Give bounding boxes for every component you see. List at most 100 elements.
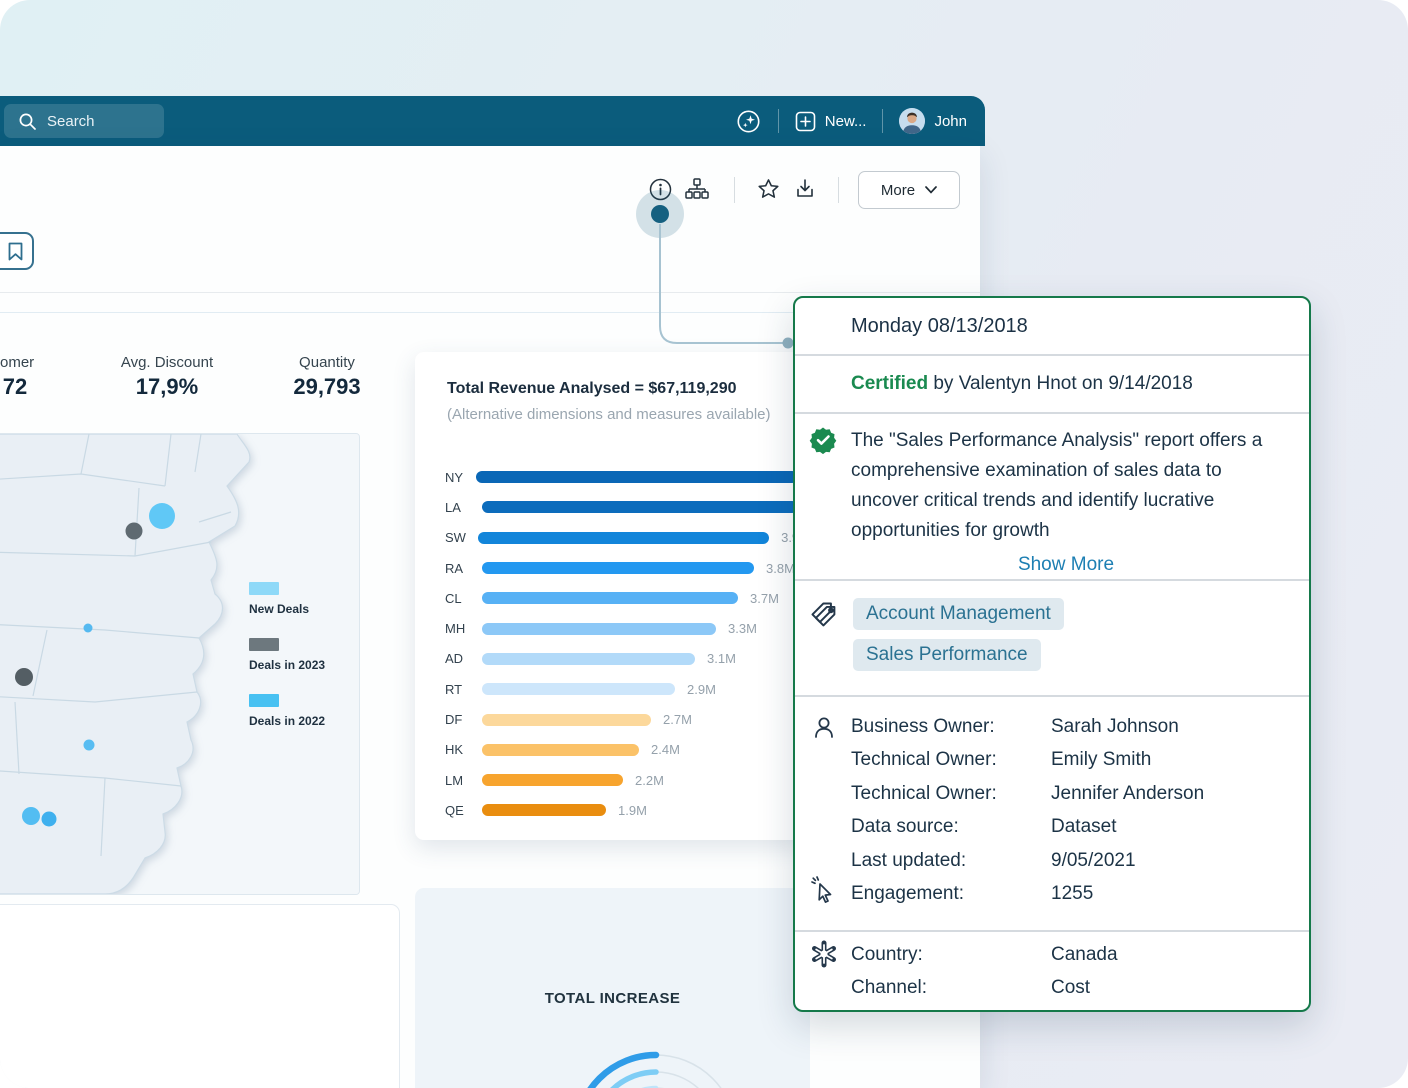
details-section: Business Owner: Sarah Johnson Technical … <box>795 696 1309 930</box>
bar-row[interactable]: RT 2.9M <box>415 674 810 704</box>
metadata-value: 9/05/2021 <box>1051 850 1136 872</box>
metadata-label: Technical Owner: <box>851 783 1051 805</box>
search-icon <box>18 112 37 131</box>
person-icon <box>809 713 839 743</box>
bar-category-label: SW <box>445 530 478 545</box>
bar-value-label: 3.3M <box>728 621 757 636</box>
property-rows: Country: Canada Channel: Cost <box>851 938 1118 1005</box>
metadata-row: Business Owner: Sarah Johnson <box>851 710 1204 744</box>
metadata-label: Engagement: <box>851 883 1051 905</box>
bar-row[interactable]: SW 3.9M <box>415 523 810 553</box>
kpi-label: Avg. Discount <box>121 354 213 371</box>
topbar-right-cluster: New... John <box>736 96 967 146</box>
legend-swatch <box>249 638 279 651</box>
info-icon[interactable] <box>647 176 673 202</box>
area-chart-card[interactable] <box>0 904 400 1088</box>
toolbar-separator <box>838 177 839 203</box>
custom-properties-asterisk-icon <box>809 939 839 969</box>
certified-label: Certified <box>851 373 928 394</box>
metadata-value: Jennifer Anderson <box>1051 783 1204 805</box>
kpi-value: 17,9% <box>121 374 213 400</box>
metadata-label: Channel: <box>851 977 1051 999</box>
legend-swatch <box>249 582 279 595</box>
bookmark-icon <box>8 242 23 261</box>
metadata-row: Technical Owner: Emily Smith <box>851 744 1204 778</box>
bar-row[interactable]: MH 3.3M <box>415 613 810 643</box>
download-icon[interactable] <box>792 176 818 202</box>
topbar-separator <box>882 109 883 133</box>
bar <box>482 804 606 816</box>
bar-row[interactable]: AD 3.1M <box>415 644 810 674</box>
bar-row[interactable]: DF 2.7M <box>415 704 810 734</box>
new-button[interactable]: New... <box>795 111 867 132</box>
kpi-value: 72 <box>0 374 34 400</box>
kpi[interactable]: Quantity 29,793 <box>293 354 360 400</box>
bookmark-button[interactable] <box>0 232 34 270</box>
metadata-label: Data source: <box>851 816 1051 838</box>
top-navigation-bar: Search New... John <box>0 96 985 146</box>
legend-item: New Deals <box>249 582 325 616</box>
more-button-label: More <box>881 182 915 199</box>
kpi[interactable]: Avg. Discount 17,9% <box>121 354 213 400</box>
tags-icon <box>809 600 839 630</box>
show-more-link[interactable]: Show More <box>851 550 1281 580</box>
bar-category-label: LM <box>445 773 482 788</box>
bar <box>482 562 754 574</box>
chart-subtitle: (Alternative dimensions and measures ava… <box>447 406 771 423</box>
deals-map-card[interactable]: New Deals Deals in 2023 Deals in 2022 <box>0 433 360 895</box>
more-button[interactable]: More <box>858 171 960 209</box>
bar-value-label: 1.9M <box>618 803 647 818</box>
favorite-star-icon[interactable] <box>755 176 781 202</box>
bar-category-label: HK <box>445 742 482 757</box>
bar-row[interactable]: NY <box>415 462 810 492</box>
metadata-row: Technical Owner: Jennifer Anderson <box>851 777 1204 811</box>
bar-row[interactable]: RA 3.8M <box>415 553 810 583</box>
bar-category-label: DF <box>445 712 482 727</box>
bar-row[interactable]: LA <box>415 492 810 522</box>
tag-chip[interactable]: Sales Performance <box>853 639 1041 671</box>
user-name: John <box>934 113 967 130</box>
chart-title: Total Revenue Analysed = $67,119,290 <box>447 380 737 398</box>
legend-label: Deals in 2023 <box>249 658 325 672</box>
tags-section: Account Management Sales Performance <box>795 580 1309 696</box>
bar <box>482 774 623 786</box>
plus-square-icon <box>795 111 816 132</box>
new-button-label: New... <box>825 113 867 130</box>
bar-row[interactable]: CL 3.7M <box>415 583 810 613</box>
metadata-label: Country: <box>851 944 1051 966</box>
certified-text: by Valentyn Hnot on 9/14/2018 <box>933 373 1193 394</box>
bar-value-label: 3.1M <box>707 651 736 666</box>
insight-advisor-icon[interactable] <box>736 108 762 134</box>
metadata-row: Country: Canada <box>851 938 1118 972</box>
total-increase-card[interactable]: TOTAL INCREASE <box>415 888 810 1088</box>
bar-row[interactable]: QE 1.9M <box>415 795 810 825</box>
bar-category-label: RT <box>445 682 482 697</box>
bar-value-label: 2.7M <box>663 712 692 727</box>
legend-label: Deals in 2022 <box>249 714 325 728</box>
user-menu[interactable]: John <box>899 108 967 134</box>
metadata-row: Data source: Dataset <box>851 811 1204 845</box>
lineage-icon[interactable] <box>684 176 710 202</box>
metadata-row: Engagement: 1255 <box>851 878 1204 912</box>
bar <box>482 683 675 695</box>
divider <box>795 412 1309 414</box>
bar-category-label: RA <box>445 561 482 576</box>
bar-value-label: 2.2M <box>635 773 664 788</box>
map-legend: New Deals Deals in 2023 Deals in 2022 <box>249 582 325 750</box>
metadata-popover: Monday 08/13/2018 Certified by Valentyn … <box>793 296 1311 1012</box>
search-placeholder: Search <box>47 113 95 130</box>
bar-row[interactable]: HK 2.4M <box>415 735 810 765</box>
search-input[interactable]: Search <box>4 104 164 138</box>
metadata-label: Last updated: <box>851 850 1051 872</box>
revenue-bar-chart-card[interactable]: Total Revenue Analysed = $67,119,290 (Al… <box>415 352 810 840</box>
legend-swatch <box>249 694 279 707</box>
toolbar-separator <box>734 177 735 203</box>
bar-row[interactable]: LM 2.2M <box>415 765 810 795</box>
legend-label: New Deals <box>249 602 325 616</box>
bar-category-label: CL <box>445 591 482 606</box>
metadata-value: 1255 <box>1051 883 1093 905</box>
tag-chip[interactable]: Account Management <box>853 598 1064 630</box>
bar-category-label: MH <box>445 621 482 636</box>
detail-rows: Business Owner: Sarah Johnson Technical … <box>851 710 1204 911</box>
kpi[interactable]: tomer 72 <box>0 354 34 400</box>
